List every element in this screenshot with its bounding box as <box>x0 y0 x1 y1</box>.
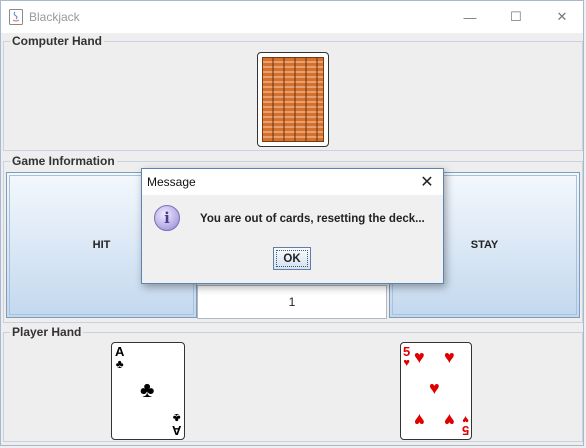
dialog-message: You are out of cards, resetting the deck… <box>200 213 425 225</box>
dialog-title-bar[interactable]: Message ✕ <box>142 169 443 195</box>
maximize-icon: ☐ <box>510 9 522 24</box>
player-hand-title: Player Hand <box>10 325 84 339</box>
player-hand-panel: Player Hand A ♣ ♣ A ♣ 5 ♥ ♥ ♥ ♥ ♥ ♥ 5 ♥ <box>3 325 583 442</box>
card-top-corner: 5 ♥ <box>403 345 410 369</box>
dialog-close-button[interactable]: ✕ <box>411 169 443 195</box>
ok-button[interactable]: OK <box>273 247 311 270</box>
club-icon: ♣ <box>115 357 124 371</box>
club-icon: ♣ <box>172 411 181 425</box>
ok-button-label: OK <box>283 252 301 265</box>
card-bottom-corner: A ♣ <box>171 411 181 438</box>
info-icon: i <box>154 205 180 231</box>
club-icon: ♣ <box>140 377 155 402</box>
minimize-button[interactable]: — <box>447 1 493 33</box>
minimize-icon: — <box>463 9 477 25</box>
java-icon <box>9 9 23 25</box>
heart-icon: ♥ <box>462 413 469 425</box>
card-top-corner: A ♣ <box>115 345 124 370</box>
close-icon: ✕ <box>420 174 434 191</box>
card-rank: A <box>171 423 181 438</box>
blackjack-window: Blackjack — ☐ ✕ Computer Hand Game Infor… <box>0 0 584 446</box>
player-card-five-hearts: 5 ♥ ♥ ♥ ♥ ♥ ♥ 5 ♥ <box>400 342 472 440</box>
title-bar[interactable]: Blackjack — ☐ ✕ <box>1 1 583 33</box>
heart-icon: ♥ <box>403 357 410 369</box>
heart-icon: ♥ <box>429 378 440 398</box>
maximize-button[interactable]: ☐ <box>493 1 539 33</box>
player-card-ace-clubs: A ♣ ♣ A ♣ <box>111 342 185 440</box>
deck-count-value: 1 <box>288 295 296 309</box>
game-information-title: Game Information <box>10 154 117 168</box>
heart-icon: ♥ <box>444 410 455 430</box>
heart-icon: ♥ <box>414 410 425 430</box>
window-title: Blackjack <box>29 10 80 24</box>
hit-button-label: HIT <box>92 239 111 251</box>
dialog-title: Message <box>147 175 196 189</box>
heart-icon: ♥ <box>414 347 425 367</box>
close-icon: ✕ <box>556 9 568 24</box>
close-button[interactable]: ✕ <box>539 1 585 33</box>
stay-button-label: STAY <box>470 239 499 251</box>
deck-count-field: 1 <box>197 285 387 319</box>
message-dialog: Message ✕ i You are out of cards, resett… <box>141 168 444 284</box>
computer-hand-title: Computer Hand <box>10 34 104 48</box>
computer-hand-panel: Computer Hand <box>3 34 583 151</box>
computer-card-back <box>257 52 329 147</box>
card-bottom-corner: 5 ♥ <box>461 413 469 438</box>
card-rank: 5 <box>461 423 469 438</box>
heart-icon: ♥ <box>444 347 455 367</box>
card-back-pattern <box>262 57 324 142</box>
info-icon-glyph: i <box>164 209 170 227</box>
